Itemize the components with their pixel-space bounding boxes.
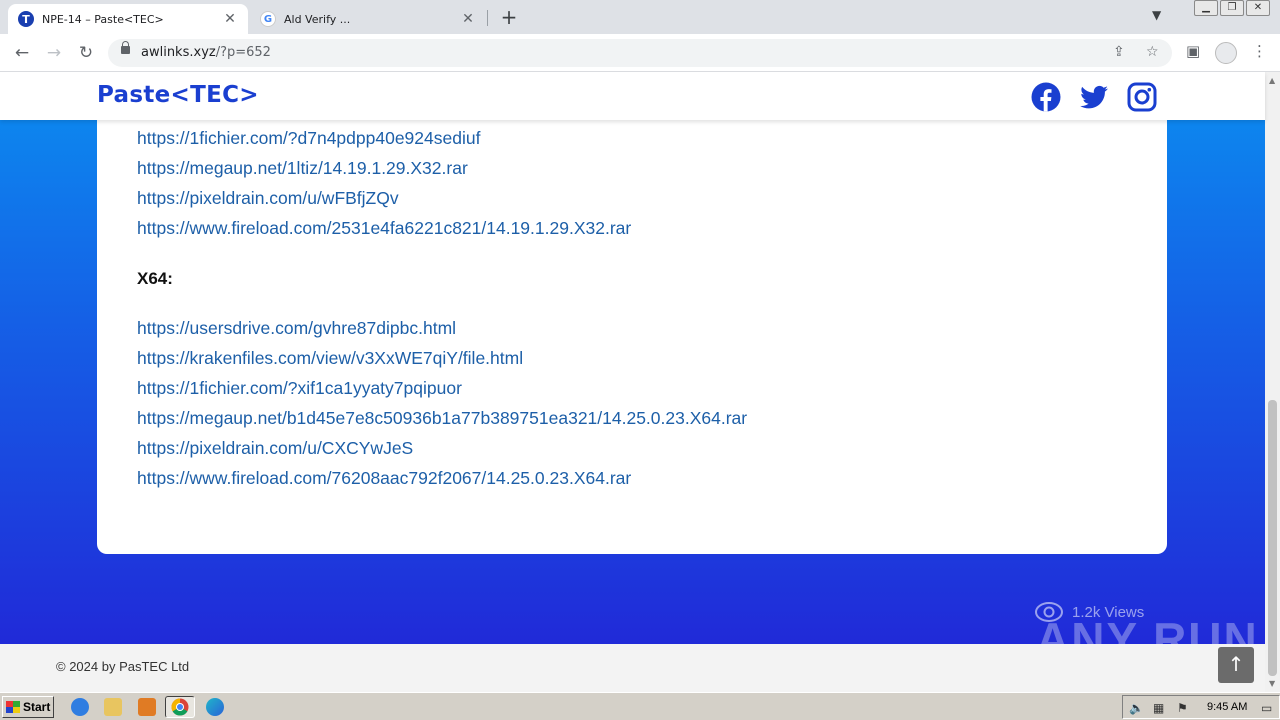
page-scrollbar[interactable]: ▲ ▼	[1265, 72, 1280, 692]
pastetec-favicon-icon: T	[18, 11, 34, 27]
download-link[interactable]: https://megaup.net/b1d45e7e8c50936b1a77b…	[137, 408, 747, 429]
download-link[interactable]: https://1fichier.com/?d7n4pdpp40e924sedi…	[137, 128, 480, 149]
scroll-to-top-arrow-icon[interactable]: ↑	[1218, 647, 1254, 683]
section-heading-x64: X64:	[137, 269, 173, 288]
side-panel-icon[interactable]: ▣	[1186, 42, 1200, 60]
site-logo[interactable]: Paste<TEC>	[97, 82, 259, 108]
tab-close-icon[interactable]: ✕	[222, 11, 238, 27]
start-button[interactable]: Start	[2, 696, 54, 718]
tab-ald-verify[interactable]: G Ald Verify ... ✕	[250, 4, 486, 34]
url-host: awlinks.xyz	[141, 45, 216, 60]
scroll-down-arrow-icon[interactable]: ▼	[1269, 679, 1275, 688]
tab-strip: T NPE-14 – Paste<TEC> ✕ G Ald Verify ...…	[0, 0, 1280, 34]
download-link[interactable]: https://usersdrive.com/gvhre87dipbc.html	[137, 318, 456, 339]
menu-kebab-icon[interactable]: ⋮	[1252, 42, 1267, 60]
new-tab-button[interactable]: +	[498, 6, 520, 28]
profile-avatar-icon[interactable]	[1215, 42, 1237, 64]
download-link[interactable]: https://www.fireload.com/2531e4fa6221c82…	[137, 218, 631, 239]
facebook-icon[interactable]	[1031, 82, 1061, 112]
tab-search-chevron-icon[interactable]: ▼	[1152, 8, 1161, 22]
volume-icon[interactable]: 🔈	[1129, 701, 1144, 715]
tab-pastetec[interactable]: T NPE-14 – Paste<TEC> ✕	[8, 4, 248, 34]
internet-explorer-icon[interactable]	[71, 698, 89, 716]
scrollbar-thumb[interactable]	[1268, 400, 1277, 676]
download-link[interactable]: https://krakenfiles.com/view/v3XxWE7qiY/…	[137, 348, 523, 369]
lock-icon[interactable]	[121, 41, 130, 54]
download-link[interactable]: https://pixeldrain.com/u/wFBfjZQv	[137, 188, 399, 209]
copyright-text: © 2024 by PasTEC Ltd	[56, 659, 190, 674]
download-link[interactable]: https://www.fireload.com/76208aac792f206…	[137, 468, 631, 489]
address-bar[interactable]: awlinks.xyz/?p=652 ⇪ ☆	[108, 39, 1172, 67]
close-window-button[interactable]: ✕	[1246, 0, 1270, 16]
page-viewport: https://1fichier.com/?d7n4pdpp40e924sedi…	[0, 72, 1280, 692]
system-tray: 🔈 ▦ ⚑ 9:45 AM ▭	[1122, 695, 1280, 719]
chrome-icon	[171, 698, 189, 716]
site-header: Paste<TEC>	[0, 72, 1265, 120]
tab-title: NPE-14 – Paste<TEC>	[42, 12, 164, 26]
back-arrow-icon[interactable]: ←	[10, 41, 34, 65]
file-explorer-icon[interactable]	[104, 698, 122, 716]
twitter-icon[interactable]	[1079, 82, 1109, 112]
scroll-up-arrow-icon[interactable]: ▲	[1269, 76, 1275, 85]
taskbar-clock[interactable]: 9:45 AM	[1207, 701, 1247, 713]
media-player-icon[interactable]	[138, 698, 156, 716]
restore-button[interactable]: ❐	[1220, 0, 1244, 16]
edge-icon[interactable]	[206, 698, 224, 716]
google-favicon-icon: G	[260, 11, 276, 27]
download-link[interactable]: https://1fichier.com/?xif1ca1yyaty7pqipu…	[137, 378, 462, 399]
windows-taskbar: Start 🔈 ▦ ⚑ 9:45 AM ▭	[0, 692, 1280, 720]
url-text[interactable]: awlinks.xyz/?p=652	[141, 45, 271, 60]
share-icon[interactable]: ⇪	[1113, 44, 1125, 60]
bookmark-star-icon[interactable]: ☆	[1146, 44, 1159, 60]
windows-logo-icon	[6, 701, 20, 713]
download-link[interactable]: https://pixeldrain.com/u/CXCYwJeS	[137, 438, 413, 459]
download-link[interactable]: https://megaup.net/1ltiz/14.19.1.29.X32.…	[137, 158, 468, 179]
tab-close-icon[interactable]: ✕	[460, 11, 476, 27]
chrome-taskbar-button[interactable]	[165, 696, 195, 718]
start-label: Start	[23, 700, 51, 714]
url-path: /?p=652	[215, 45, 271, 60]
reload-icon[interactable]: ↻	[74, 41, 98, 65]
flag-icon[interactable]: ⚑	[1177, 701, 1188, 715]
browser-toolbar: ← → ↻ awlinks.xyz/?p=652 ⇪ ☆ ▣ ⋮	[0, 34, 1280, 72]
instagram-icon[interactable]	[1127, 82, 1157, 112]
tab-separator	[487, 10, 488, 26]
content-card: https://1fichier.com/?d7n4pdpp40e924sedi…	[97, 72, 1167, 554]
site-footer: © 2024 by PasTEC Ltd ↑	[0, 644, 1265, 692]
tab-title: Ald Verify ...	[284, 12, 351, 26]
minimize-button[interactable]: ▁	[1194, 0, 1218, 16]
window-controls: ▁ ❐ ✕	[1194, 0, 1270, 16]
network-icon[interactable]: ▦	[1153, 701, 1164, 715]
forward-arrow-icon[interactable]: →	[42, 41, 66, 65]
show-desktop-icon[interactable]: ▭	[1261, 701, 1272, 715]
